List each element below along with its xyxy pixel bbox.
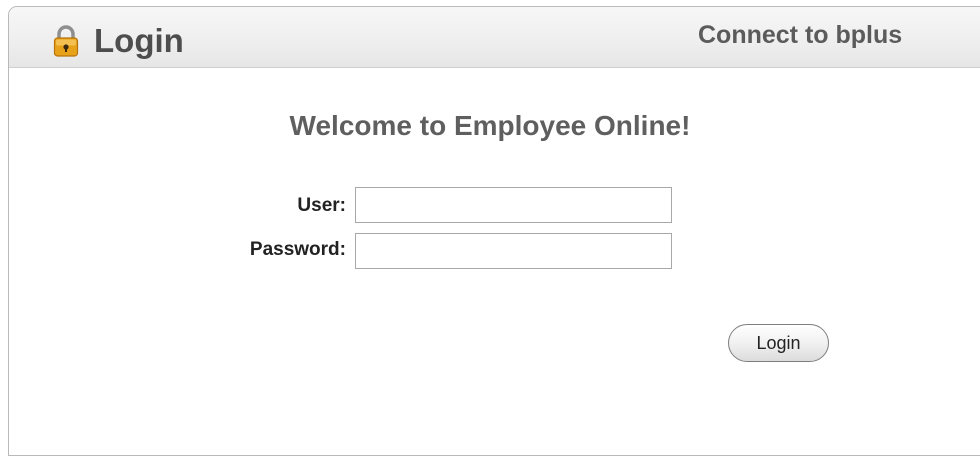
user-label: User: xyxy=(297,195,346,216)
page-title: Login xyxy=(94,22,184,59)
login-button[interactable]: Login xyxy=(728,324,829,362)
password-label: Password: xyxy=(249,239,346,260)
connect-link[interactable]: Connect to bplus xyxy=(698,20,902,50)
login-panel: Login xyxy=(8,6,980,456)
user-input[interactable] xyxy=(355,187,672,223)
padlock-icon xyxy=(53,25,79,57)
welcome-heading: Welcome to Employee Online! xyxy=(289,110,691,141)
password-input[interactable] xyxy=(355,233,672,269)
